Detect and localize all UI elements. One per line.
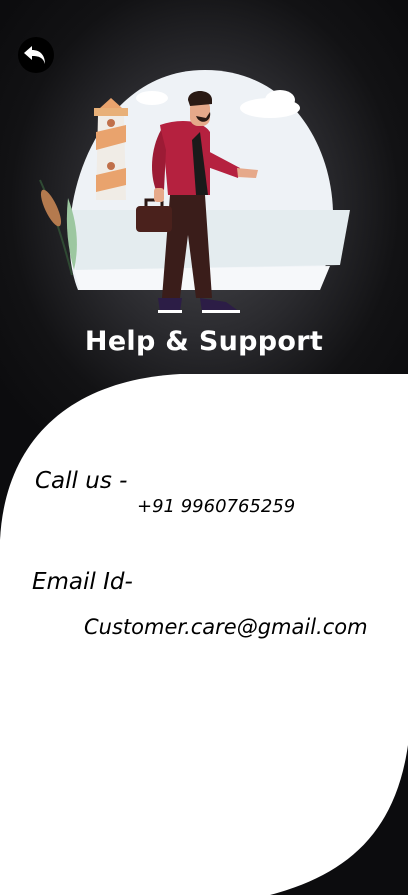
phone-number-link[interactable]: +91 9960765259 [137,496,295,517]
call-us-label: Call us - [35,468,128,494]
contact-panel [0,374,408,895]
email-label: Email Id- [32,569,133,595]
email-address-link[interactable]: Customer.care@gmail.com [84,615,368,639]
